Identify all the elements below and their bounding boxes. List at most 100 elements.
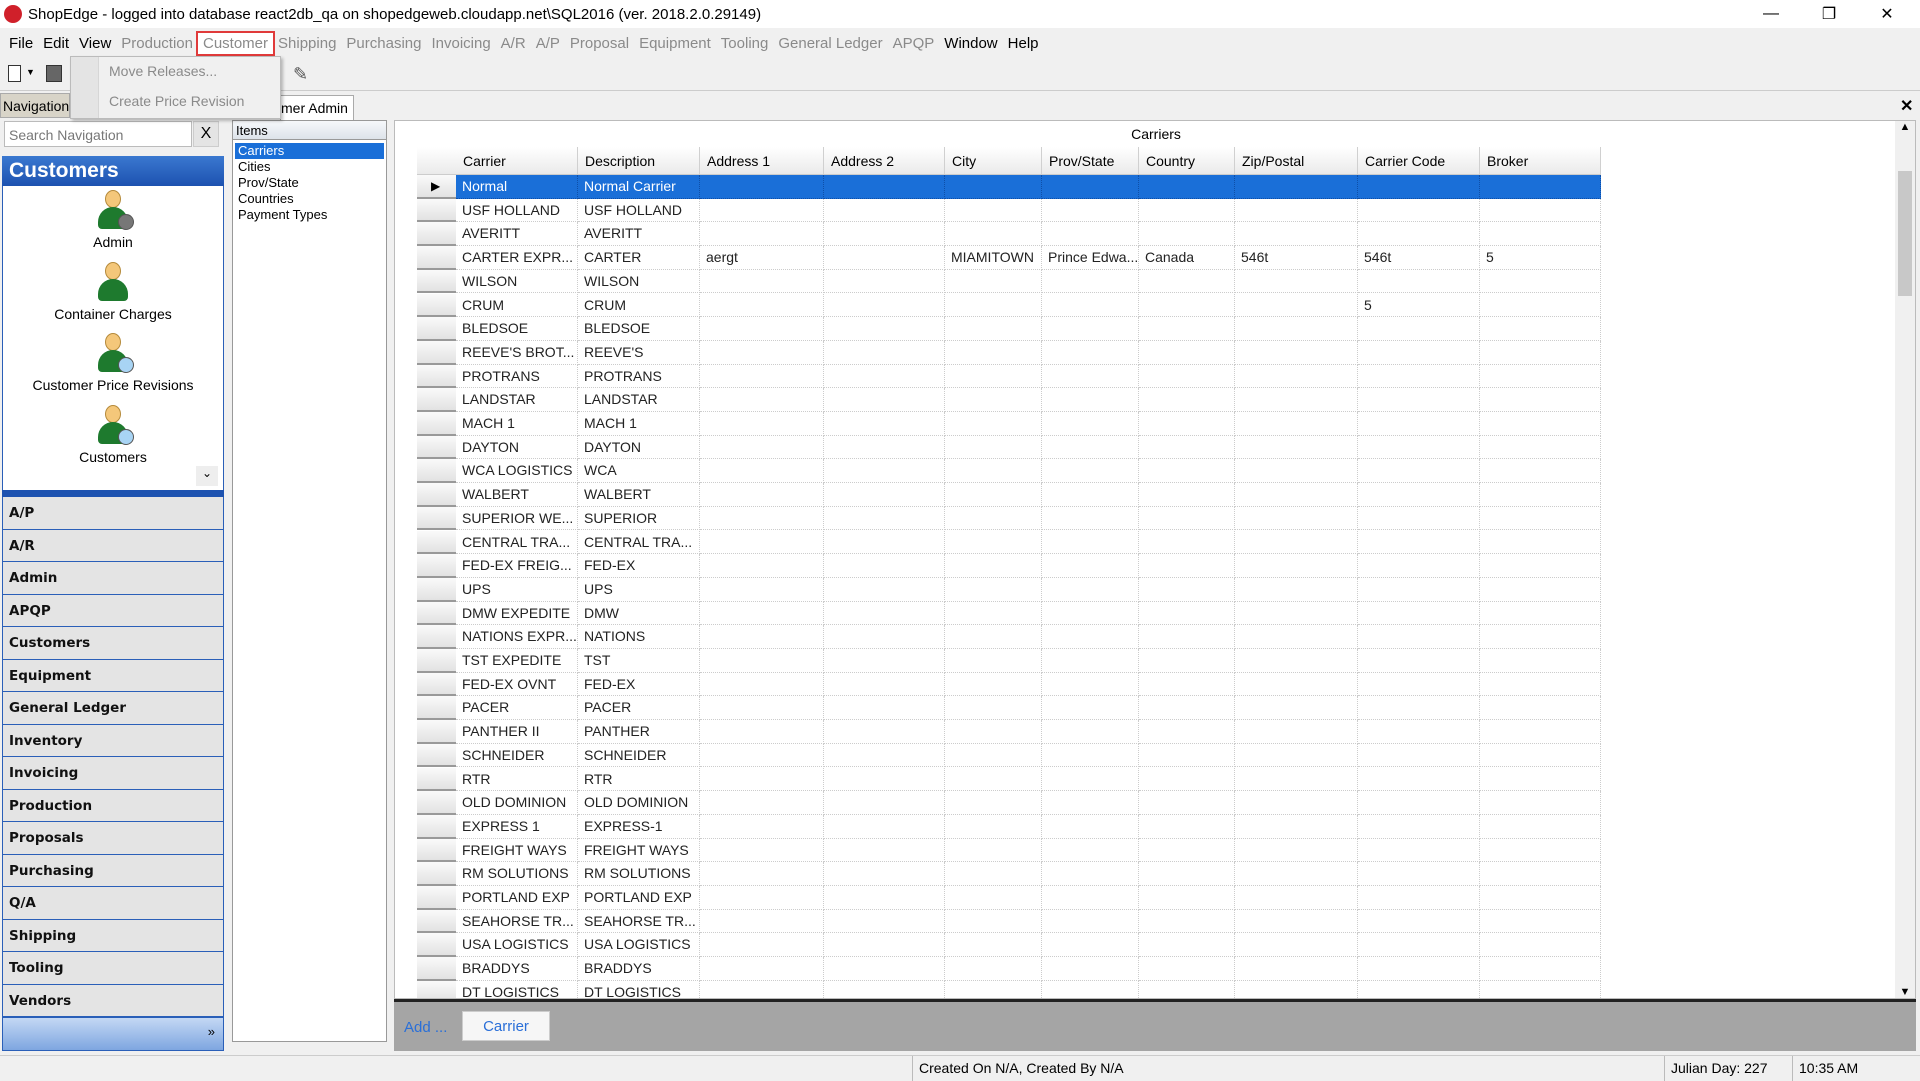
cell-zip-postal[interactable] <box>1235 530 1358 555</box>
cell-carrier[interactable]: WILSON <box>456 269 578 294</box>
column-header-zip-postal[interactable]: Zip/Postal <box>1235 147 1358 175</box>
cell-carrier-code[interactable] <box>1358 862 1480 886</box>
menu-general-ledger[interactable]: General Ledger <box>773 33 887 54</box>
table-row[interactable]: FREIGHT WAYS FREIGHT WAYS <box>417 838 1602 863</box>
cell-description[interactable]: FREIGHT WAYS <box>578 838 700 863</box>
menu-item-move-releases[interactable]: Move Releases... <box>109 63 217 79</box>
cell-prov-state[interactable] <box>1042 388 1139 412</box>
cell-country[interactable] <box>1139 222 1235 247</box>
cell-description[interactable]: PACER <box>578 696 700 721</box>
cell-broker[interactable] <box>1480 483 1601 507</box>
cell-address-1[interactable] <box>700 838 824 863</box>
table-row[interactable]: FED-EX FREIG... FED-EX <box>417 554 1602 578</box>
nav-group-a-r[interactable]: A/R <box>2 529 224 562</box>
cell-country[interactable] <box>1139 198 1235 223</box>
nav-group-shipping[interactable]: Shipping <box>2 919 224 952</box>
cell-carrier[interactable]: USA LOGISTICS <box>456 933 578 958</box>
row-selector[interactable] <box>417 435 456 460</box>
cell-broker[interactable] <box>1480 814 1601 839</box>
cell-prov-state[interactable] <box>1042 743 1139 768</box>
cell-zip-postal[interactable] <box>1235 364 1358 389</box>
cell-address-2[interactable] <box>824 435 945 460</box>
cell-carrier-code[interactable] <box>1358 601 1480 626</box>
table-row[interactable]: PROTRANS PROTRANS <box>417 364 1602 389</box>
cell-address-1[interactable] <box>700 649 824 673</box>
cell-country[interactable] <box>1139 743 1235 768</box>
cell-address-1[interactable] <box>700 175 824 199</box>
cell-prov-state[interactable] <box>1042 269 1139 294</box>
cell-address-2[interactable] <box>824 317 945 341</box>
cell-city[interactable] <box>945 909 1042 934</box>
cell-address-2[interactable] <box>824 767 945 792</box>
cell-country[interactable] <box>1139 364 1235 389</box>
cell-city[interactable] <box>945 483 1042 507</box>
cell-zip-postal[interactable] <box>1235 340 1358 365</box>
cell-description[interactable]: LANDSTAR <box>578 388 700 412</box>
cell-carrier-code[interactable] <box>1358 720 1480 744</box>
restore-button[interactable]: ❐ <box>1800 0 1858 28</box>
cell-country[interactable] <box>1139 625 1235 649</box>
cell-broker[interactable] <box>1480 933 1601 958</box>
nav-group-purchasing[interactable]: Purchasing <box>2 854 224 887</box>
items-list-carriers[interactable]: Carriers <box>235 143 384 159</box>
cell-zip-postal[interactable] <box>1235 649 1358 673</box>
cell-broker[interactable] <box>1480 672 1601 697</box>
nav-group-customers[interactable]: Customers <box>2 627 224 660</box>
scroll-up-icon[interactable]: ▲ <box>1895 121 1915 133</box>
row-selector[interactable] <box>417 269 456 294</box>
nav-group-production[interactable]: Production <box>2 789 224 822</box>
row-selector[interactable] <box>417 791 456 815</box>
table-row[interactable]: USA LOGISTICS USA LOGISTICS <box>417 933 1602 958</box>
cell-address-1[interactable] <box>700 506 824 531</box>
row-selector[interactable] <box>417 246 456 270</box>
cell-broker[interactable] <box>1480 791 1601 815</box>
cell-address-2[interactable] <box>824 814 945 839</box>
minimize-button[interactable]: — <box>1742 0 1800 28</box>
cell-city[interactable] <box>945 791 1042 815</box>
row-selector[interactable] <box>417 577 456 602</box>
menu-edit[interactable]: Edit <box>38 33 74 54</box>
cell-carrier-code[interactable] <box>1358 791 1480 815</box>
row-selector[interactable] <box>417 672 456 697</box>
cell-carrier[interactable]: Normal <box>456 175 578 199</box>
cell-description[interactable]: BLEDSOE <box>578 317 700 341</box>
cell-prov-state[interactable] <box>1042 317 1139 341</box>
cell-address-2[interactable] <box>824 459 945 484</box>
table-row[interactable]: CENTRAL TRA... CENTRAL TRA... <box>417 530 1602 555</box>
cell-address-1[interactable] <box>700 388 824 412</box>
menu-proposal[interactable]: Proposal <box>565 33 634 54</box>
cell-address-1[interactable] <box>700 530 824 555</box>
cell-prov-state[interactable] <box>1042 506 1139 531</box>
cell-zip-postal[interactable] <box>1235 743 1358 768</box>
cell-country[interactable] <box>1139 175 1235 199</box>
row-selector[interactable] <box>417 554 456 578</box>
cell-address-2[interactable] <box>824 933 945 958</box>
cell-broker[interactable] <box>1480 459 1601 484</box>
cell-carrier[interactable]: PORTLAND EXP <box>456 886 578 910</box>
save-icon[interactable] <box>46 65 62 82</box>
nav-icon-customer-price-revisions[interactable]: Customer Price Revisions <box>3 333 223 393</box>
cell-zip-postal[interactable] <box>1235 814 1358 839</box>
cell-city[interactable] <box>945 957 1042 981</box>
cell-description[interactable]: FED-EX <box>578 672 700 697</box>
nav-group-a-p[interactable]: A/P <box>2 497 224 530</box>
cell-city[interactable] <box>945 269 1042 294</box>
cell-description[interactable]: NATIONS <box>578 625 700 649</box>
cell-address-2[interactable] <box>824 246 945 270</box>
cell-broker[interactable] <box>1480 862 1601 886</box>
cell-address-1[interactable] <box>700 340 824 365</box>
cell-country[interactable] <box>1139 649 1235 673</box>
table-row[interactable]: UPS UPS <box>417 577 1602 602</box>
cell-carrier-code[interactable] <box>1358 767 1480 792</box>
cell-country[interactable] <box>1139 886 1235 910</box>
cell-address-2[interactable] <box>824 554 945 578</box>
row-selector[interactable] <box>417 649 456 673</box>
nav-group-equipment[interactable]: Equipment <box>2 659 224 692</box>
cell-prov-state[interactable] <box>1042 814 1139 839</box>
cell-description[interactable]: SCHNEIDER <box>578 743 700 768</box>
table-row[interactable]: BRADDYS BRADDYS <box>417 957 1602 981</box>
cell-address-1[interactable] <box>700 269 824 294</box>
table-row[interactable]: RTR RTR <box>417 767 1602 792</box>
menu-a-p[interactable]: A/P <box>531 33 565 54</box>
cell-broker[interactable] <box>1480 317 1601 341</box>
